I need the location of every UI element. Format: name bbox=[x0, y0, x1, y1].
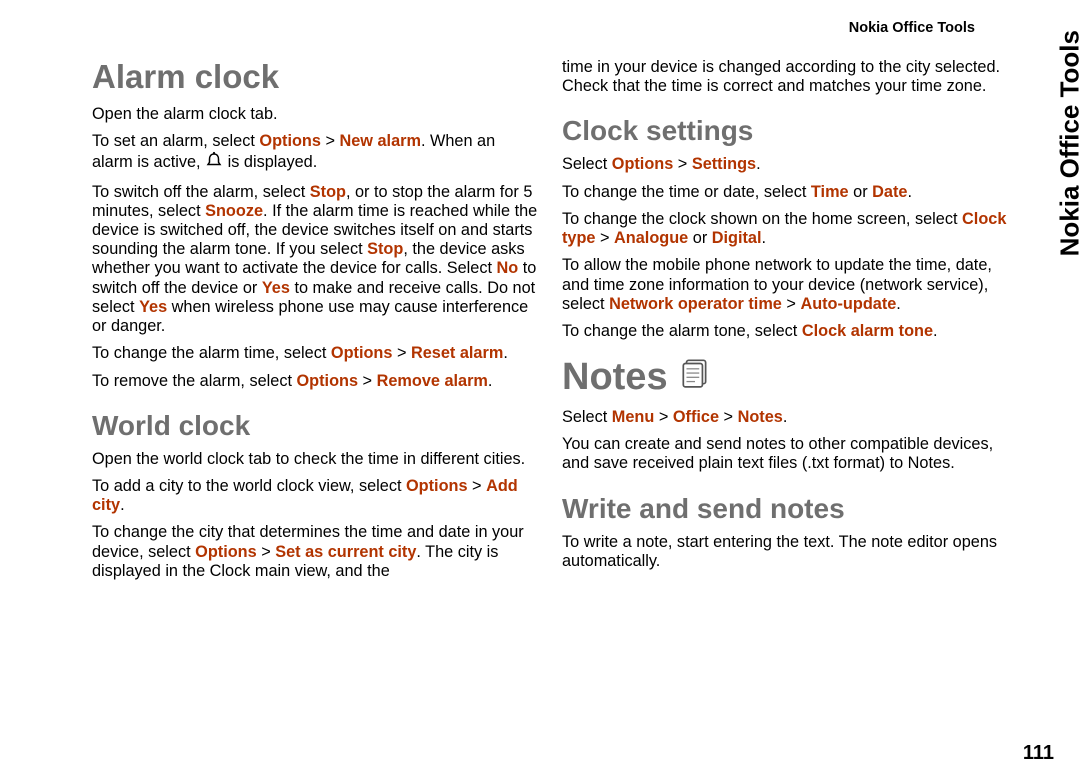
heading-notes-label: Notes bbox=[562, 355, 668, 400]
heading-write-and-send-notes: Write and send notes bbox=[562, 492, 1008, 525]
text: . bbox=[503, 344, 508, 362]
paragraph: To change the city that determines the t… bbox=[92, 523, 538, 581]
text: > bbox=[782, 295, 801, 313]
text: > bbox=[321, 132, 340, 150]
text: > bbox=[257, 543, 276, 561]
keyword-yes: Yes bbox=[139, 298, 167, 316]
alarm-active-icon bbox=[205, 151, 223, 174]
paragraph: time in your device is changed according… bbox=[562, 58, 1008, 96]
text: . bbox=[756, 155, 761, 173]
text: To switch off the alarm, select bbox=[92, 183, 310, 201]
keyword-new-alarm: New alarm bbox=[339, 132, 420, 150]
text: To change the time or date, select bbox=[562, 183, 811, 201]
keyword-remove-alarm: Remove alarm bbox=[377, 372, 488, 390]
keyword-analogue: Analogue bbox=[614, 229, 688, 247]
text: To remove the alarm, select bbox=[92, 372, 297, 390]
keyword-clock-alarm-tone: Clock alarm tone bbox=[802, 322, 933, 340]
text: . bbox=[783, 408, 788, 426]
keyword-options: Options bbox=[331, 344, 393, 362]
keyword-reset-alarm: Reset alarm bbox=[411, 344, 503, 362]
keyword-options: Options bbox=[406, 477, 468, 495]
text: . bbox=[762, 229, 767, 247]
keyword-digital: Digital bbox=[712, 229, 762, 247]
keyword-auto-update: Auto-update bbox=[800, 295, 896, 313]
content-columns: Alarm clock Open the alarm clock tab. To… bbox=[92, 58, 1020, 589]
page-number: 111 bbox=[1023, 742, 1054, 765]
text: . bbox=[933, 322, 938, 340]
text: > bbox=[673, 155, 692, 173]
keyword-options: Options bbox=[259, 132, 321, 150]
paragraph: To remove the alarm, select Options > Re… bbox=[92, 372, 538, 391]
keyword-time: Time bbox=[811, 183, 849, 201]
keyword-menu: Menu bbox=[612, 408, 655, 426]
paragraph: Open the alarm clock tab. bbox=[92, 105, 538, 124]
paragraph: Select Options > Settings. bbox=[562, 155, 1008, 174]
right-column: time in your device is changed according… bbox=[562, 58, 1008, 589]
keyword-settings: Settings bbox=[692, 155, 756, 173]
text: Select bbox=[562, 155, 612, 173]
text: or bbox=[849, 183, 873, 201]
paragraph: To allow the mobile phone network to upd… bbox=[562, 256, 1008, 314]
text: . bbox=[907, 183, 912, 201]
keyword-no: No bbox=[497, 259, 519, 277]
left-column: Alarm clock Open the alarm clock tab. To… bbox=[92, 58, 538, 589]
keyword-stop: Stop bbox=[310, 183, 346, 201]
side-tab: Nokia Office Tools bbox=[1054, 30, 1080, 256]
keyword-yes: Yes bbox=[262, 279, 290, 297]
keyword-options: Options bbox=[612, 155, 674, 173]
keyword-office: Office bbox=[673, 408, 719, 426]
heading-clock-settings: Clock settings bbox=[562, 114, 1008, 147]
keyword-options: Options bbox=[195, 543, 257, 561]
text: Select bbox=[562, 408, 612, 426]
text: To change the alarm tone, select bbox=[562, 322, 802, 340]
keyword-notes: Notes bbox=[738, 408, 783, 426]
text: To add a city to the world clock view, s… bbox=[92, 477, 406, 495]
paragraph: To write a note, start entering the text… bbox=[562, 533, 1008, 571]
notes-icon bbox=[678, 355, 712, 400]
paragraph: To change the clock shown on the home sc… bbox=[562, 210, 1008, 248]
text: > bbox=[392, 344, 411, 362]
text: . bbox=[120, 496, 125, 514]
text: > bbox=[358, 372, 377, 390]
paragraph: To change the alarm tone, select Clock a… bbox=[562, 322, 1008, 341]
paragraph: To change the alarm time, select Options… bbox=[92, 344, 538, 363]
keyword-set-as-current-city: Set as current city bbox=[275, 543, 416, 561]
keyword-options: Options bbox=[297, 372, 359, 390]
heading-world-clock: World clock bbox=[92, 409, 538, 442]
keyword-snooze: Snooze bbox=[205, 202, 263, 220]
paragraph: Open the world clock tab to check the ti… bbox=[92, 450, 538, 469]
text: is displayed. bbox=[223, 153, 317, 171]
heading-alarm-clock: Alarm clock bbox=[92, 58, 538, 97]
keyword-date: Date bbox=[872, 183, 907, 201]
keyword-stop: Stop bbox=[367, 240, 403, 258]
page: Nokia Office Tools Nokia Office Tools 11… bbox=[0, 0, 1080, 779]
running-header: Nokia Office Tools bbox=[849, 20, 975, 36]
paragraph: To add a city to the world clock view, s… bbox=[92, 477, 538, 515]
heading-notes: Notes bbox=[562, 355, 1008, 400]
text: To change the clock shown on the home sc… bbox=[562, 210, 962, 228]
text: To set an alarm, select bbox=[92, 132, 259, 150]
paragraph: Select Menu > Office > Notes. bbox=[562, 408, 1008, 427]
text: > bbox=[595, 229, 614, 247]
text: . bbox=[896, 295, 901, 313]
paragraph: To change the time or date, select Time … bbox=[562, 183, 1008, 202]
text: or bbox=[688, 229, 712, 247]
keyword-network-operator-time: Network operator time bbox=[609, 295, 782, 313]
text: > bbox=[468, 477, 487, 495]
text: > bbox=[654, 408, 673, 426]
text: . bbox=[488, 372, 493, 390]
paragraph: You can create and send notes to other c… bbox=[562, 435, 1008, 473]
paragraph: To switch off the alarm, select Stop, or… bbox=[92, 183, 538, 337]
text: > bbox=[719, 408, 738, 426]
text: To change the alarm time, select bbox=[92, 344, 331, 362]
paragraph: To set an alarm, select Options > New al… bbox=[92, 132, 538, 174]
